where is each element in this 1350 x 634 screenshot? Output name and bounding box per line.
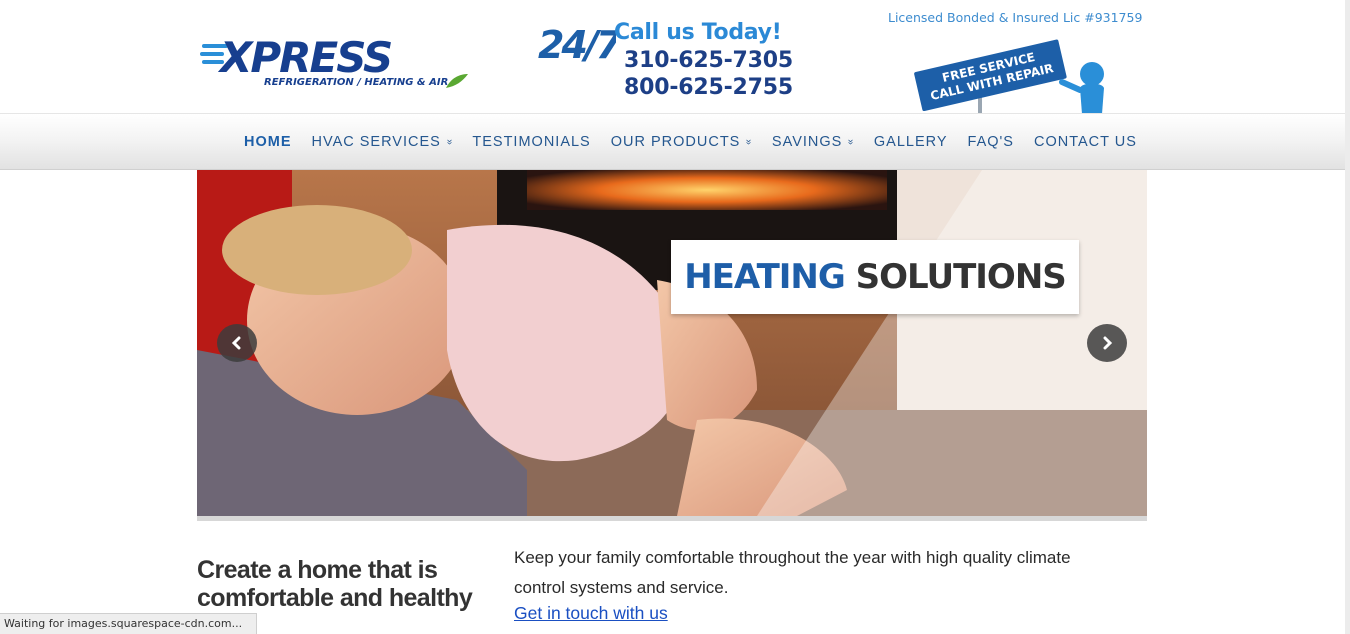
nav-home-label: HOME: [244, 134, 292, 150]
nav-savings[interactable]: SAVINGS»: [771, 134, 857, 150]
chevron-down-icon: »: [743, 138, 755, 146]
hero-slider[interactable]: HEATING SOLUTIONS: [197, 170, 1147, 516]
hero-image-baby-by-fireplace: [197, 170, 1147, 516]
nav-faqs-label: FAQ'S: [967, 134, 1014, 150]
call-us-title: Call us Today!: [614, 20, 782, 45]
nav-testimonials-label: TESTIMONIALS: [472, 134, 591, 150]
24-7-badge: 24/7: [538, 23, 616, 66]
main-nav-bar: HOME HVAC SERVICES» TESTIMONIALS OUR PRO…: [0, 113, 1350, 170]
chevron-right-icon: [1103, 336, 1113, 350]
license-text: Licensed Bonded & Insured Lic #931759: [888, 10, 1143, 25]
free-service-sign[interactable]: FREE SERVICE CALL WITH REPAIR: [912, 34, 1112, 114]
logo-brand: XPRESS: [217, 36, 391, 82]
main-nav: HOME HVAC SERVICES» TESTIMONIALS OUR PRO…: [244, 134, 1157, 150]
chevron-left-icon: [231, 336, 241, 350]
logo-tagline: REFRIGERATION / HEATING & AIR: [264, 77, 448, 88]
slide-caption: HEATING SOLUTIONS: [671, 240, 1079, 314]
nav-home[interactable]: HOME: [244, 134, 292, 150]
nav-hvac-services[interactable]: HVAC SERVICES»: [311, 134, 455, 150]
nav-our-products[interactable]: OUR PRODUCTS»: [610, 134, 755, 150]
nav-gallery-label: GALLERY: [873, 134, 948, 150]
intro-paragraph: Keep your family comfortable throughout …: [514, 548, 1071, 597]
nav-our-products-label: OUR PRODUCTS: [610, 134, 741, 150]
phone-number-secondary[interactable]: 800-625-2755: [624, 75, 793, 100]
slider-bottom-bar: [197, 516, 1147, 521]
sign-graphic: FREE SERVICE CALL WITH REPAIR: [914, 39, 1104, 114]
nav-hvac-services-label: HVAC SERVICES: [311, 134, 441, 150]
phone-number-primary[interactable]: 310-625-7305: [624, 48, 793, 73]
badge-text: 24/7: [538, 23, 616, 66]
nav-savings-label: SAVINGS: [771, 134, 843, 150]
browser-status-bar: Waiting for images.squarespace-cdn.com..…: [0, 613, 258, 634]
nav-gallery[interactable]: GALLERY: [874, 134, 948, 150]
nav-contact-us-label: CONTACT US: [1033, 134, 1137, 150]
chevron-down-icon: »: [845, 138, 857, 146]
site-header: XPRESS REFRIGERATION / HEATING & AIR 24/…: [0, 0, 1350, 114]
slider-next-button[interactable]: [1087, 324, 1127, 362]
chevron-down-icon: »: [443, 138, 455, 146]
caption-word-heating: HEATING: [684, 257, 846, 297]
express-logo[interactable]: XPRESS REFRIGERATION / HEATING & AIR: [200, 33, 470, 92]
logo-graphic: XPRESS REFRIGERATION / HEATING & AIR: [200, 33, 468, 88]
section-headline: Create a home that is comfortable and he…: [197, 556, 473, 612]
nav-faqs[interactable]: FAQ'S: [968, 134, 1014, 150]
get-in-touch-link[interactable]: Get in touch with us: [514, 603, 668, 624]
slider-prev-button[interactable]: [217, 324, 257, 362]
nav-contact-us[interactable]: CONTACT US: [1034, 134, 1137, 150]
caption-word-solutions: SOLUTIONS: [855, 257, 1067, 297]
mascot-figure: [1059, 62, 1104, 114]
nav-testimonials[interactable]: TESTIMONIALS: [472, 134, 590, 150]
page-scrollbar[interactable]: [1345, 0, 1350, 634]
call-us-block: 24/7 Call us Today! 310-625-7305 800-625…: [538, 20, 793, 102]
